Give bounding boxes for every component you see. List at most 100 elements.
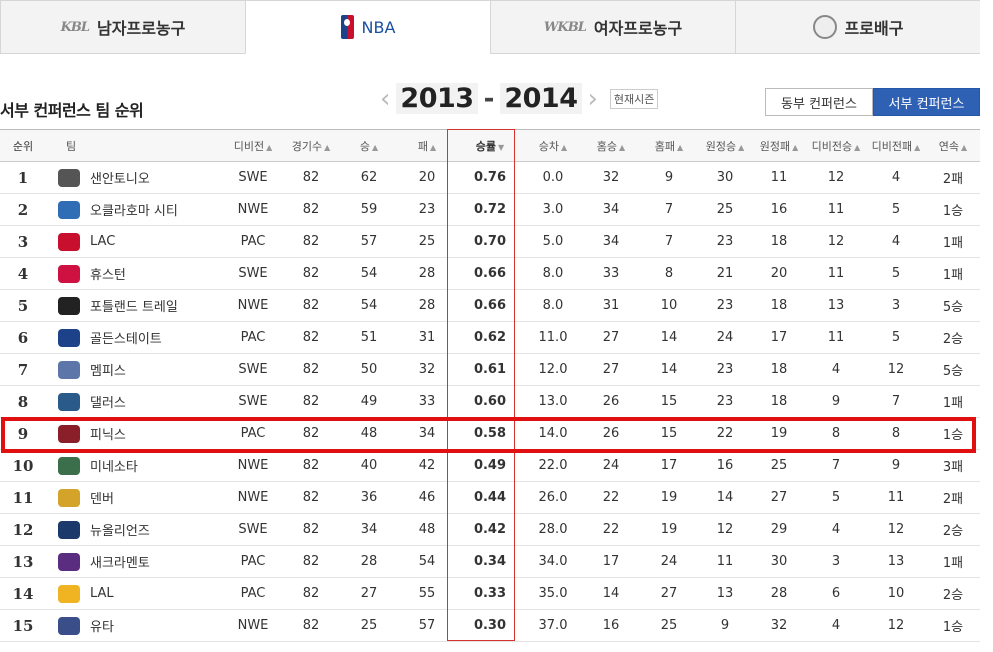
col-div-losses[interactable]: 디비전패 ▲ [866,138,926,154]
tab-label: 프로배구 [844,19,904,38]
col-pct[interactable]: 승률 ▼ [456,138,524,154]
team-name[interactable]: 오클라호마 시티 [90,200,178,219]
team-name[interactable]: 피닉스 [90,424,126,443]
cell-home_w: 22 [602,522,620,537]
cell-home_l: 15 [660,394,678,409]
table-row[interactable]: 10 미네소타 NWE 82 40 42 0.49 22.0 24 17 16 25 7 9 3패 [0,450,980,482]
team-logo-icon [58,328,80,347]
cell-games: 82 [302,522,320,537]
cell-home_l: 19 [660,522,678,537]
tab-wkbl[interactable]: WKBL 여자프로농구 [490,1,735,53]
table-row[interactable]: 8 댈러스 SWE 82 49 33 0.60 13.0 26 15 23 18 9 7 1패 [0,386,980,418]
tab-nba[interactable]: NBA [245,1,490,54]
prev-season-arrow-icon[interactable]: ‹ [380,84,390,114]
table-row[interactable]: 1 샌안토니오 SWE 82 62 20 0.76 0.0 32 9 30 11 12 4 2패 [0,162,980,194]
team-name[interactable]: 골든스테이트 [90,328,162,347]
table-row[interactable]: 5 포틀랜드 트레일 NWE 82 54 28 0.66 8.0 31 10 23 18 13 3 5승 [0,290,980,322]
table-row[interactable]: 3 LAC PAC 82 57 25 0.70 5.0 34 7 23 18 12 4 1패 [0,226,980,258]
season-selector: ‹ 2013 - 2014 › 현재시즌 [380,83,659,114]
west-conference-button[interactable]: 서부 컨퍼런스 [873,88,980,116]
league-tabs: KBL 남자프로농구 NBA WKBL 여자프로농구 프로배구 [0,0,980,54]
col-div-wins[interactable]: 디비전승 ▲ [806,138,866,154]
team-name[interactable]: 뉴올리언즈 [90,520,150,539]
col-home-wins[interactable]: 홈승 ▲ [582,138,640,154]
table-row[interactable]: 14 LAL PAC 82 27 55 0.33 35.0 14 27 13 28 6 10 2승 [0,578,980,610]
cell-pct: 0.30 [473,618,507,633]
team-name[interactable]: LAL [90,586,114,601]
table-row[interactable]: 11 덴버 NWE 82 36 46 0.44 26.0 22 19 14 27 5 11 2패 [0,482,980,514]
col-games[interactable]: 경기수 ▲ [282,138,340,154]
cell-streak: 2패 [942,172,964,187]
cell-home_l: 7 [664,234,674,249]
cell-losses: 31 [418,330,436,345]
col-away-losses[interactable]: 원정패 ▲ [752,138,806,154]
team-name[interactable]: 댈러스 [90,392,126,411]
team-name[interactable]: 미네소타 [90,456,138,475]
cell-streak: 2승 [942,524,964,539]
page-title: 서부 컨퍼런스 팀 순위 [0,101,144,120]
cell-div_w: 3 [831,554,841,569]
table-row[interactable]: 15 유타 NWE 82 25 57 0.30 37.0 16 25 9 32 4 12 1승 [0,610,980,642]
cell-streak: 5승 [942,364,964,379]
col-division[interactable]: 디비전 ▲ [224,138,282,154]
cell-away_l: 27 [770,490,788,505]
team-name[interactable]: 샌안토니오 [90,168,150,187]
team-name[interactable]: 새크라멘토 [90,552,150,571]
col-wins[interactable]: 승 ▲ [340,138,398,154]
sort-asc-icon: ▲ [324,142,331,152]
team-logo-icon [58,424,80,443]
col-streak[interactable]: 연속 ▲ [926,138,980,154]
tab-volleyball[interactable]: 프로배구 [735,1,980,53]
tab-kbl[interactable]: KBL 남자프로농구 [0,1,245,53]
cell-div_w: 7 [831,458,841,473]
nba-logo-icon [340,15,354,39]
cell-gb: 37.0 [538,618,568,633]
sort-asc-icon: ▲ [371,142,379,152]
cell-away_w: 13 [716,586,734,601]
team-name[interactable]: 유타 [90,616,114,635]
team-logo-icon [58,456,80,475]
table-row[interactable]: 4 휴스턴 SWE 82 54 28 0.66 8.0 33 8 21 20 11 5 1패 [0,258,980,290]
cell-division: NWE [237,490,269,505]
cell-pct: 0.58 [473,426,507,441]
table-row[interactable]: 7 멤피스 SWE 82 50 32 0.61 12.0 27 14 23 18 4 12 5승 [0,354,980,386]
east-conference-button[interactable]: 동부 컨퍼런스 [765,88,873,116]
table-row[interactable]: 13 새크라멘토 PAC 82 28 54 0.34 34.0 17 24 11 30 3 13 1패 [0,546,980,578]
team-name[interactable]: 휴스턴 [90,264,126,283]
cell-pct: 0.70 [473,234,507,249]
next-season-arrow-icon[interactable]: › [588,84,598,114]
col-gb[interactable]: 승차 ▲ [524,138,582,154]
team-name[interactable]: LAC [90,234,115,249]
cell-home_l: 27 [660,586,678,601]
table-row[interactable]: 6 골든스테이트 PAC 82 51 31 0.62 11.0 27 14 24 17 11 5 2승 [0,322,980,354]
team-name[interactable]: 덴버 [90,488,114,507]
cell-away_l: 11 [770,170,788,185]
col-losses[interactable]: 패 ▲ [398,138,456,154]
table-row[interactable]: 9 피닉스 PAC 82 48 34 0.58 14.0 26 15 22 19 8 8 1승 [0,418,980,450]
cell-pct: 0.66 [473,266,507,281]
cell-wins: 28 [360,554,378,569]
cell-losses: 34 [418,426,436,441]
cell-div_l: 5 [891,330,901,345]
cell-away_w: 23 [716,234,734,249]
cell-losses: 32 [418,362,436,377]
cell-away_l: 25 [770,458,788,473]
cell-home_l: 17 [660,458,678,473]
team-name[interactable]: 포틀랜드 트레일 [90,296,178,315]
cell-away_w: 30 [716,170,734,185]
standings-table: 순위 팀 디비전 ▲ 경기수 ▲ 승 ▲ 패 ▲ 승률 ▼ 승차 ▲ 홈승 ▲ 홈패 ▲ 원정승… [0,129,980,642]
cell-rank: 7 [17,360,29,379]
col-home-losses[interactable]: 홈패 ▲ [640,138,698,154]
cell-division: SWE [238,522,268,537]
team-name[interactable]: 멤피스 [90,360,126,379]
cell-gb: 13.0 [538,394,568,409]
cell-rank: 2 [17,200,29,219]
table-row[interactable]: 12 뉴올리언즈 SWE 82 34 48 0.42 28.0 22 19 12 29 4 12 2승 [0,514,980,546]
col-away-wins[interactable]: 원정승 ▲ [698,138,752,154]
cell-div_w: 8 [831,426,841,441]
table-row[interactable]: 2 오클라호마 시티 NWE 82 59 23 0.72 3.0 34 7 25 16 11 5 1승 [0,194,980,226]
cell-div_l: 12 [887,618,905,633]
sort-asc-icon: ▲ [854,142,861,152]
cell-losses: 48 [418,522,436,537]
cell-away_l: 32 [770,618,788,633]
